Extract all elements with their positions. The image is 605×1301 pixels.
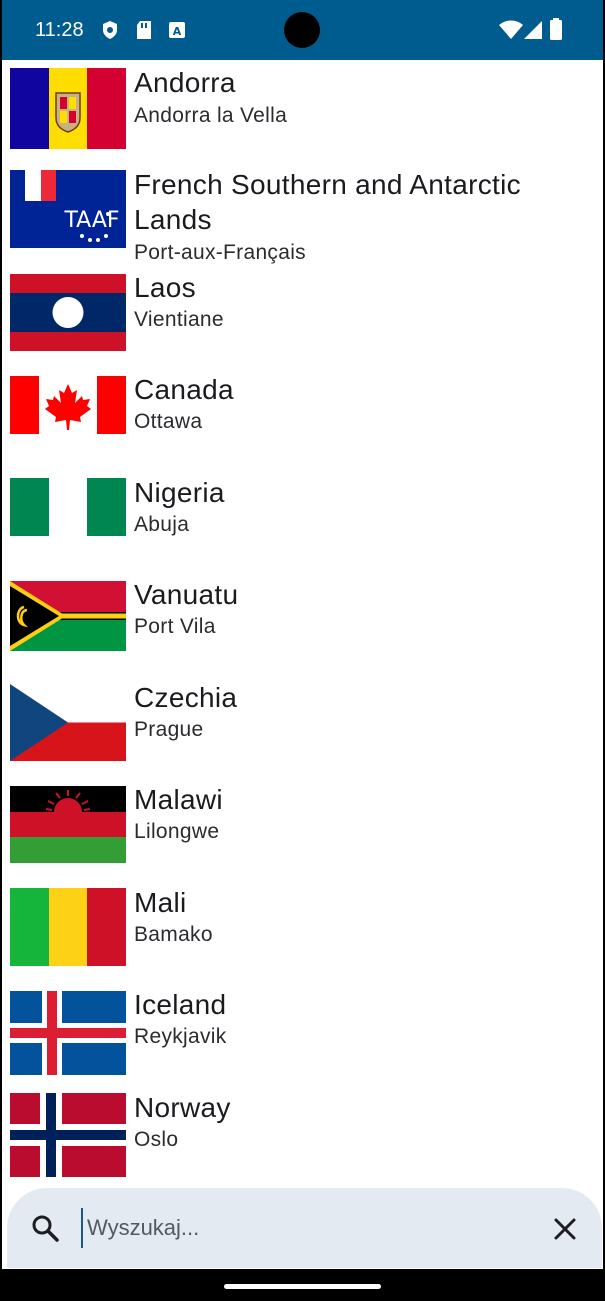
list-item[interactable]: Vanuatu Port Vila [2,573,603,675]
vanuatu-flag-icon [10,581,126,651]
list-item[interactable]: Norway Oslo [2,1086,603,1188]
home-indicator[interactable] [224,1284,381,1289]
list-item[interactable]: Malawi Lilongwe [2,778,603,880]
andorra-flag-icon [10,68,126,149]
search-icon[interactable] [31,1214,59,1242]
list-item[interactable]: Mali Bamako [2,881,603,983]
country-name: Nigeria [134,477,225,508]
norway-flag-icon [10,1093,126,1177]
capital-name: Abuja [134,513,190,536]
list-item[interactable]: Laos Vientiane [2,266,603,368]
czechia-flag-icon [10,684,126,761]
svg-text:TAAF: TAAF [63,208,119,233]
capital-name: Ottawa [134,410,203,433]
sd-card-icon [137,21,151,39]
shield-icon [103,21,117,39]
camera-cutout [284,12,320,48]
capital-name: Port Vila [134,615,216,638]
app-notification-icon: A [169,22,185,38]
country-name: Vanuatu [134,579,239,610]
close-icon[interactable] [552,1216,578,1242]
capital-name: Reykjavik [134,1025,227,1048]
country-name: Laos [134,272,196,303]
battery-icon [550,18,562,40]
country-name: Mali [134,887,187,918]
mali-flag-icon [10,888,126,966]
app-screen: 11:28 A Andorra Andorra la Vella TAAF Fr… [2,0,603,1269]
capital-name: Lilongwe [134,820,220,843]
capital-name: Port-aux-Français [134,241,306,264]
malawi-flag-icon [10,786,126,863]
list-item[interactable]: Andorra Andorra la Vella [2,60,603,162]
list-item[interactable]: Iceland Reykjavik [2,983,603,1085]
capital-name: Andorra la Vella [134,104,288,127]
list-item[interactable]: Czechia Prague [2,676,603,778]
french-southern-lands-flag-icon: TAAF [10,170,126,248]
country-name: Andorra [134,67,236,98]
signal-icon [524,21,542,39]
country-name: Czechia [134,682,238,713]
search-bar [7,1188,602,1268]
status-time: 11:28 [35,19,84,41]
list-item[interactable]: TAAF French Southern and Antarctic Lands… [2,163,603,265]
iceland-flag-icon [10,991,126,1075]
nigeria-flag-icon [10,478,126,536]
laos-flag-icon [10,274,126,351]
status-bar: 11:28 A [2,0,603,60]
search-input[interactable] [81,1208,527,1248]
country-name: French Southern and Antarctic Lands [134,169,521,235]
list-item[interactable]: Nigeria Abuja [2,471,603,573]
wifi-icon [499,20,523,39]
capital-name: Bamako [134,923,213,946]
list-item[interactable]: Canada Ottawa [2,368,603,470]
capital-name: Prague [134,718,204,741]
country-name: Malawi [134,784,223,815]
capital-name: Oslo [134,1128,179,1151]
country-name: Norway [134,1092,231,1123]
country-name: Canada [134,374,234,405]
canada-flag-icon [10,376,126,434]
country-name: Iceland [134,989,227,1020]
svg-text:A: A [173,25,182,38]
capital-name: Vientiane [134,308,224,331]
